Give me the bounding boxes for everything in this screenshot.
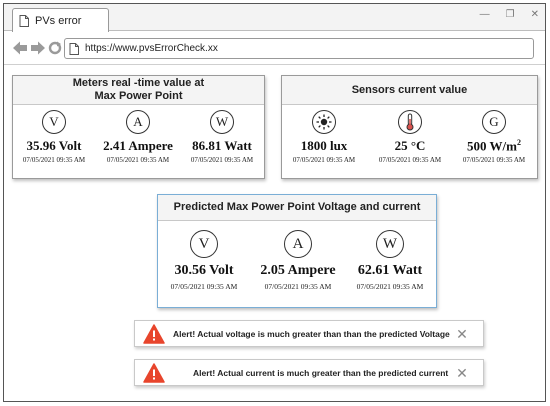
irradiance-unit-exponent: 2 <box>516 138 521 147</box>
alert-current: Alert! Actual current is much greater th… <box>134 359 484 386</box>
back-arrow-icon[interactable] <box>12 40 28 56</box>
watt-icon: W <box>376 230 404 258</box>
address-bar[interactable]: https://www.pvsErrorCheck.xx <box>64 38 534 59</box>
warning-icon <box>143 362 165 383</box>
sensor-temperature-value: 25 °C <box>394 138 426 153</box>
predicted-current: A 2.05 Ampere 07/05/2021 09:35 AM <box>252 230 344 291</box>
browser-window: PVs error — ❐ ✕ https://www.pvsErrorChec… <box>3 3 546 402</box>
close-icon[interactable]: ✕ <box>455 366 469 380</box>
sensor-irradiance-lux: 1800 lux 07/05/2021 09:35 AM <box>284 110 364 164</box>
warning-icon <box>143 323 165 344</box>
navigation-bar: https://www.pvsErrorCheck.xx <box>4 32 545 65</box>
predicted-current-value: 2.05 Ampere <box>260 263 336 278</box>
url-text: https://www.pvsErrorCheck.xx <box>85 43 218 54</box>
meter-power: W 86.81 Watt 07/05/2021 09:35 AM <box>183 110 261 164</box>
predicted-current-time: 07/05/2021 09:35 AM <box>264 282 332 291</box>
predicted-power-time: 07/05/2021 09:35 AM <box>356 282 424 291</box>
predicted-voltage: V 30.56 Volt 07/05/2021 09:35 AM <box>160 230 248 291</box>
meter-voltage: V 35.96 Volt 07/05/2021 09:35 AM <box>17 110 91 164</box>
alert-voltage: Alert! Actual voltage is much greater th… <box>134 320 484 347</box>
window-controls: — ❐ ✕ <box>480 9 539 20</box>
forward-arrow-icon[interactable] <box>30 40 46 56</box>
predicted-panel-title: Predicted Max Power Point Voltage and cu… <box>158 195 436 221</box>
sensor-temperature-time: 07/05/2021 09:35 AM <box>378 156 442 164</box>
browser-tab[interactable]: PVs error <box>12 8 109 32</box>
meter-voltage-value: 35.96 Volt <box>26 138 82 153</box>
document-icon <box>19 14 29 27</box>
thermometer-icon <box>398 110 422 134</box>
predicted-power: W 62.61 Watt 07/05/2021 09:35 AM <box>346 230 434 291</box>
close-window-icon[interactable]: ✕ <box>531 9 539 20</box>
alert-voltage-message: Alert! Actual voltage is much greater th… <box>173 328 450 339</box>
alert-current-message: Alert! Actual current is much greater th… <box>193 367 449 378</box>
meter-power-value: 86.81 Watt <box>192 138 252 153</box>
ampere-icon: A <box>126 110 150 134</box>
ampere-icon: A <box>284 230 312 258</box>
meters-title-line2: Max Power Point <box>94 90 183 102</box>
meters-panel-title: Meters real -time value at Max Power Poi… <box>13 76 264 105</box>
nav-buttons <box>12 40 62 56</box>
sensor-irradiance-time: 07/05/2021 09:35 AM <box>462 156 526 165</box>
voltage-icon: V <box>42 110 66 134</box>
sensor-lux-value: 1800 lux <box>300 138 348 153</box>
title-bar: PVs error — ❐ ✕ <box>4 4 545 32</box>
sensor-irradiance-value: 500 W/m2 <box>454 138 534 154</box>
maximize-icon[interactable]: ❐ <box>506 9 515 20</box>
irradiance-value-text: 500 W/m <box>467 138 517 154</box>
page-icon <box>69 42 79 55</box>
meter-current: A 2.41 Ampere 07/05/2021 09:35 AM <box>99 110 177 164</box>
irradiance-icon: G <box>482 110 506 134</box>
sun-icon <box>312 110 336 134</box>
close-icon[interactable]: ✕ <box>455 327 469 341</box>
voltage-icon: V <box>190 230 218 258</box>
sensors-panel: Sensors current value 1800 lux 07/05/202… <box>281 75 538 179</box>
meter-current-time: 07/05/2021 09:35 AM <box>106 156 170 164</box>
watt-icon: W <box>210 110 234 134</box>
refresh-icon[interactable] <box>48 41 62 55</box>
meter-current-value: 2.41 Ampere <box>103 138 173 153</box>
sensor-temperature: 25 °C 07/05/2021 09:35 AM <box>370 110 450 164</box>
meter-power-time: 07/05/2021 09:35 AM <box>190 156 254 164</box>
meters-title-line1: Meters real -time value at <box>72 77 205 89</box>
sensor-irradiance: G 500 W/m2 07/05/2021 09:35 AM <box>454 110 534 164</box>
predicted-voltage-time: 07/05/2021 09:35 AM <box>170 282 238 291</box>
predicted-power-value: 62.61 Watt <box>357 263 423 278</box>
predicted-panel: Predicted Max Power Point Voltage and cu… <box>157 194 437 308</box>
sensor-lux-time: 07/05/2021 09:35 AM <box>292 156 356 164</box>
tab-title: PVs error <box>35 14 82 27</box>
sensors-panel-title: Sensors current value <box>282 76 537 105</box>
meters-panel: Meters real -time value at Max Power Poi… <box>12 75 265 179</box>
minimize-icon[interactable]: — <box>480 9 490 20</box>
predicted-voltage-value: 30.56 Volt <box>174 263 234 278</box>
meter-voltage-time: 07/05/2021 09:35 AM <box>22 156 86 164</box>
